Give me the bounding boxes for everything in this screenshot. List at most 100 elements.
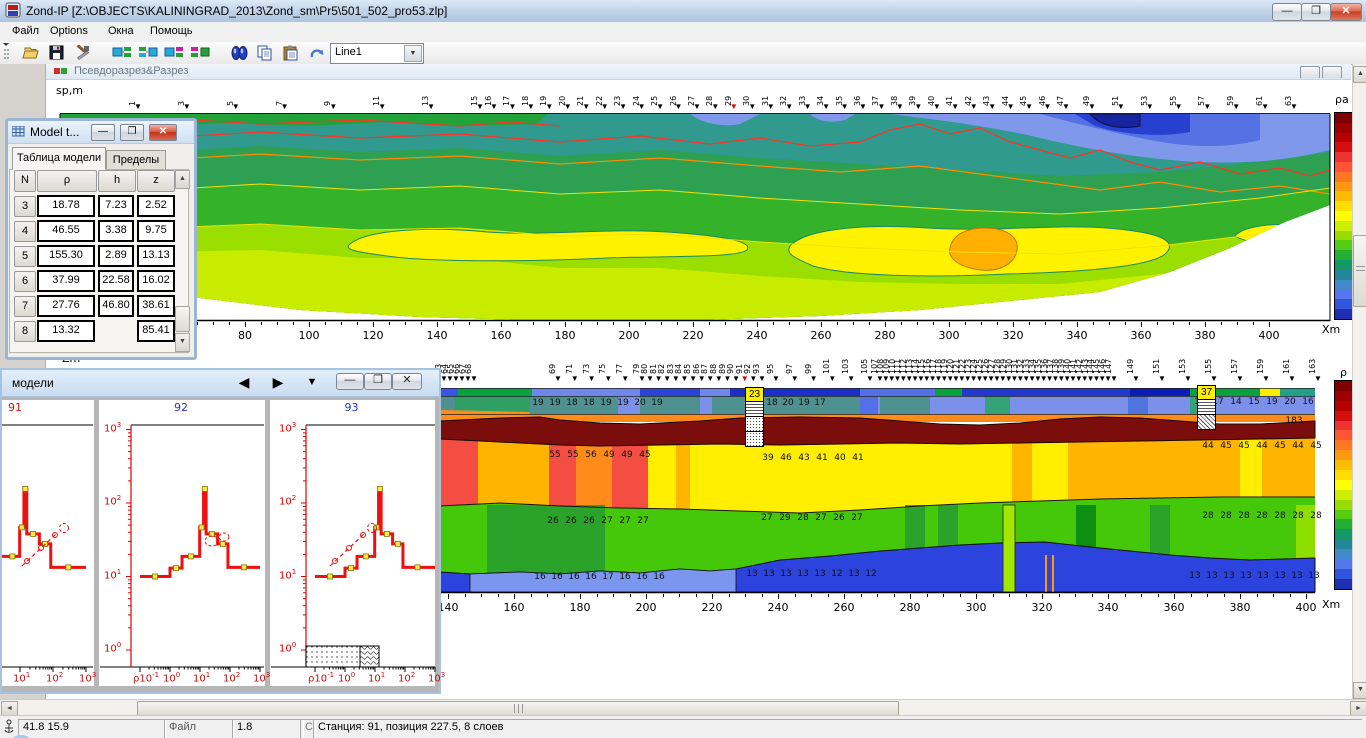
row-header[interactable]: 8 <box>14 321 36 342</box>
menu-file[interactable]: Файл <box>6 24 45 42</box>
tab-limits[interactable]: Пределы <box>106 150 166 170</box>
model-table-title: Model t... <box>30 125 80 139</box>
app-icon <box>5 2 21 18</box>
prev-station-button[interactable]: ◀ <box>234 374 254 391</box>
horizontal-scrollbar[interactable]: ◄ ► <box>0 699 1366 716</box>
model-table-titlebar[interactable]: Model t... — ❐ ✕ <box>8 121 194 144</box>
row-header[interactable]: 6 <box>14 271 36 292</box>
status-file-label: Файл <box>164 719 234 738</box>
model-cell-h[interactable]: 3.38 <box>98 220 134 242</box>
tools-button[interactable] <box>72 43 94 63</box>
menu-options[interactable]: Options <box>44 24 94 42</box>
model-cell-h[interactable]: 7.23 <box>98 195 134 217</box>
dialog-maximize-button[interactable]: ❐ <box>120 124 144 141</box>
col-header-rho[interactable]: ρ <box>37 170 97 192</box>
model-cell-rho[interactable]: 155.30 <box>37 245 95 267</box>
model-cell-h[interactable]: 46.80 <box>98 295 134 317</box>
model-cell-z[interactable]: 85.41 <box>137 320 175 342</box>
toolbar: Line1 ▼ <box>0 42 1366 65</box>
title-bar[interactable]: Zond-IP [Z:\OBJECTS\KALININGRAD_2013\Zon… <box>0 0 1366 23</box>
vscroll-thumb[interactable] <box>1353 235 1366 307</box>
models-window: модели ◀ ▶ ▼ — ❐ ✕ <box>0 368 441 694</box>
model-cell-z[interactable]: 2.52 <box>137 195 175 217</box>
application-window: Zond-IP [Z:\OBJECTS\KALININGRAD_2013\Zon… <box>0 0 1366 738</box>
models-minimize-button[interactable]: — <box>336 373 364 390</box>
model-cell-rho[interactable]: 13.32 <box>37 320 95 342</box>
curve-panel-92[interactable] <box>99 400 265 686</box>
table-row: 6 37.99 22.58 16.02 <box>10 269 176 294</box>
table-scroll-thumb[interactable] <box>175 306 190 332</box>
pseudo-colorbar-label: ρa <box>1335 93 1349 106</box>
status-version: 1.8 <box>232 719 304 738</box>
col-header-z[interactable]: z <box>137 170 175 192</box>
model-cell-h[interactable]: 2.89 <box>98 245 134 267</box>
toolbar-grip-icon[interactable] <box>1 42 11 64</box>
menu-bar: Файл Options Окна Помощь <box>0 22 1366 43</box>
line-selector-value: Line1 <box>335 46 362 58</box>
dialog-close-button[interactable]: ✕ <box>149 124 177 141</box>
model-cell-rho[interactable]: 46.55 <box>37 220 95 242</box>
model-cell-z[interactable]: 38.61 <box>137 295 175 317</box>
dialog-minimize-button[interactable]: — <box>91 124 115 141</box>
child-window-title: Псевдоразрез&Разрез <box>74 65 189 77</box>
curve-panel-93[interactable] <box>270 400 435 686</box>
hscroll-thumb[interactable] <box>137 701 899 716</box>
model-cell-rho[interactable]: 18.78 <box>37 195 95 217</box>
menu-help[interactable]: Помощь <box>144 24 199 42</box>
vertical-scrollbar[interactable]: ▲ ▼ <box>1352 64 1366 699</box>
model-cell-z[interactable]: 9.75 <box>137 220 175 242</box>
col-header-h[interactable]: h <box>98 170 136 192</box>
model-cell-z[interactable]: 16.02 <box>137 270 175 292</box>
curve-panel-91[interactable] <box>2 400 94 686</box>
layout-sections-button[interactable] <box>136 43 158 63</box>
row-header[interactable]: 4 <box>14 221 36 242</box>
hscroll-right-icon[interactable]: ► <box>1350 701 1366 716</box>
minimize-button[interactable]: — <box>1272 3 1302 21</box>
models-window-titlebar[interactable]: модели ◀ ▶ ▼ — ❐ ✕ <box>2 370 439 397</box>
tab-model-table[interactable]: Таблица модели <box>12 147 106 170</box>
table-row: 3 18.78 7.23 2.52 <box>10 194 176 219</box>
status-coordinates: 41.8 15.9 <box>18 719 166 738</box>
model-table-body: N ρ h z 3 18.78 7.23 2.52 4 46.55 3.38 9.75 5 155… <box>9 169 190 353</box>
status-station-info: Станция: 91, позиция 227.5, 8 слоев <box>313 719 1362 738</box>
save-button[interactable] <box>46 43 68 63</box>
col-header-n[interactable]: N <box>14 170 36 192</box>
layout-model-button[interactable] <box>162 43 184 63</box>
row-header[interactable]: 5 <box>14 246 36 267</box>
table-row: 4 46.55 3.38 9.75 <box>10 219 176 244</box>
pseudosection-window-titlebar[interactable]: Псевдоразрез&Разрез <box>46 64 1351 80</box>
models-maximize-button[interactable]: ❐ <box>364 373 392 390</box>
maximize-button[interactable]: ❐ <box>1301 3 1331 21</box>
model-cell-z[interactable]: 13.13 <box>137 245 175 267</box>
close-button[interactable]: ✕ <box>1330 3 1362 21</box>
copy-button[interactable] <box>254 43 276 63</box>
line-selector-combobox[interactable]: Line1 ▼ <box>330 43 424 64</box>
next-station-button[interactable]: ▶ <box>268 374 288 391</box>
layout-pseudo-button[interactable] <box>110 43 132 63</box>
menu-windows[interactable]: Окна <box>102 24 140 42</box>
combo-dropdown-icon[interactable]: ▼ <box>404 45 422 62</box>
child-maximize-button[interactable] <box>1322 66 1342 78</box>
model-cell-rho[interactable]: 27.76 <box>37 295 95 317</box>
models-window-title: модели <box>12 376 54 390</box>
models-close-button[interactable]: ✕ <box>392 373 422 390</box>
row-header[interactable]: 7 <box>14 296 36 317</box>
paste-button[interactable] <box>280 43 302 63</box>
table-scroll-up[interactable]: ▲ <box>175 170 190 189</box>
window-title: Zond-IP [Z:\OBJECTS\KALININGRAD_2013\Zon… <box>26 4 448 18</box>
model-cell-h[interactable]: 22.58 <box>98 270 134 292</box>
status-bar: 41.8 15.9 Файл 1.8 С Станция: 91, позици… <box>0 715 1366 738</box>
undo-button[interactable] <box>306 43 328 63</box>
table-scroll-down[interactable]: ▼ <box>175 333 190 352</box>
open-button[interactable] <box>20 43 42 63</box>
model-cell-rho[interactable]: 37.99 <box>37 270 95 292</box>
child-minimize-button[interactable] <box>1300 66 1320 78</box>
vscroll-down-icon[interactable]: ▼ <box>1353 682 1366 699</box>
row-header[interactable]: 3 <box>14 196 36 217</box>
inversion-binoculars-button[interactable] <box>228 43 250 63</box>
vscroll-up-icon[interactable]: ▲ <box>1353 66 1366 83</box>
layout-curves-button[interactable] <box>188 43 210 63</box>
table-row: 8 13.32 85.41 <box>10 319 176 344</box>
dropdown-station-button[interactable]: ▼ <box>302 376 322 388</box>
hscroll-left-icon[interactable]: ◄ <box>1 701 18 716</box>
